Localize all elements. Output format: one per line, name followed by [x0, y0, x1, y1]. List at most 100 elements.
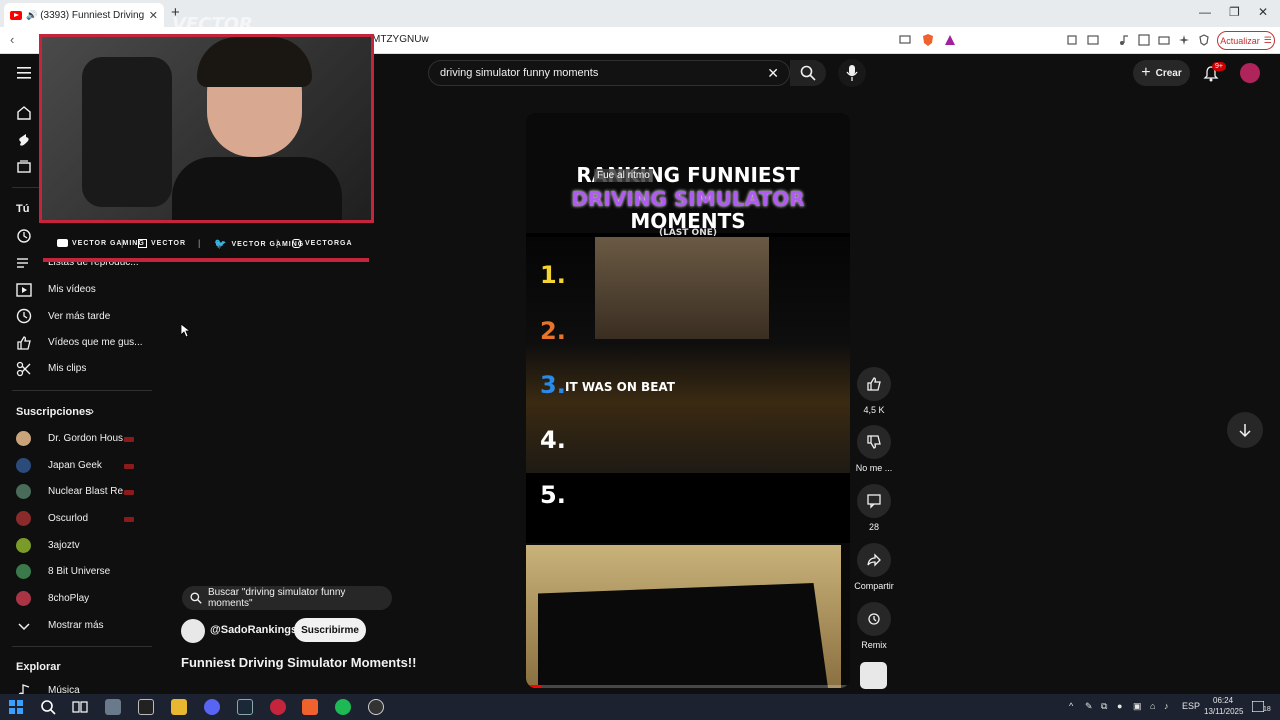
- avatar[interactable]: [16, 511, 31, 526]
- channel-name[interactable]: @SadoRankings: [210, 624, 297, 636]
- tray-mic-icon[interactable]: ●: [1117, 701, 1122, 711]
- avatar[interactable]: [16, 564, 31, 579]
- remix-button[interactable]: Remix: [853, 602, 895, 650]
- social-links-bar: VECTOR GAMING | VECTOR | 🐦 VECTOR GAMING…: [43, 232, 369, 262]
- sub-item[interactable]: Japan Geek: [48, 460, 102, 471]
- media-icon[interactable]: [1117, 33, 1131, 47]
- avatar[interactable]: [16, 458, 31, 473]
- steam-icon[interactable]: [237, 699, 253, 715]
- voice-search-button[interactable]: [838, 59, 866, 87]
- windows-start-icon[interactable]: [9, 700, 23, 714]
- subscribe-button[interactable]: Suscribirme: [294, 618, 366, 642]
- clips-icon[interactable]: [16, 361, 32, 377]
- ai-icon[interactable]: [1177, 33, 1191, 47]
- next-short-button[interactable]: [1227, 412, 1263, 448]
- sub-item[interactable]: 8choPlay: [48, 593, 89, 604]
- task-view-icon[interactable]: [72, 699, 88, 715]
- close-tab-icon[interactable]: ✕: [149, 9, 158, 22]
- comments-button[interactable]: 28: [853, 484, 895, 532]
- sidebar-item-my-videos[interactable]: Mis vídeos: [48, 284, 96, 295]
- music-icon[interactable]: [16, 683, 32, 694]
- watch-later-icon[interactable]: [16, 308, 32, 324]
- vpn-icon[interactable]: [1197, 33, 1211, 47]
- volume-icon[interactable]: ♪: [1164, 701, 1169, 711]
- clock-time[interactable]: 06:24: [1213, 696, 1233, 705]
- sidebar-toggle-icon[interactable]: [1086, 33, 1100, 47]
- sub-item[interactable]: 8 Bit Universe: [48, 566, 110, 577]
- liked-icon[interactable]: [16, 335, 32, 351]
- discord-icon[interactable]: [204, 699, 220, 715]
- extensions-icon[interactable]: [1065, 33, 1079, 47]
- you-section-title[interactable]: Tú: [16, 203, 29, 215]
- avatar[interactable]: [16, 538, 31, 553]
- my-videos-icon[interactable]: [16, 282, 32, 298]
- file-explorer-icon[interactable]: [171, 699, 187, 715]
- dislike-button[interactable]: No me ...: [853, 425, 895, 473]
- tray-display-icon[interactable]: ▣: [1133, 701, 1142, 712]
- spotify-icon[interactable]: [335, 699, 351, 715]
- notifications-badge: 9+: [1212, 62, 1226, 71]
- short-title[interactable]: Funniest Driving Simulator Moments!!: [181, 655, 416, 670]
- sub-item[interactable]: 3ajoztv: [48, 540, 80, 551]
- search-button[interactable]: [790, 60, 826, 86]
- tray-app-icon[interactable]: ⧉: [1101, 701, 1107, 712]
- share-button[interactable]: Compartir: [853, 543, 895, 591]
- search-query: driving simulator funny moments: [440, 67, 599, 79]
- close-window-button[interactable]: ✕: [1258, 5, 1268, 19]
- shorts-icon[interactable]: [16, 132, 32, 148]
- network-icon[interactable]: ⌂: [1150, 701, 1155, 711]
- maximize-button[interactable]: ❐: [1229, 5, 1240, 19]
- reading-mode-icon[interactable]: [1137, 33, 1151, 47]
- show-more-button[interactable]: Mostrar más: [48, 620, 104, 631]
- avatar[interactable]: [16, 431, 31, 446]
- short-video-player[interactable]: RANKING FUNNIEST Fue al ritmo DRIVING SI…: [526, 113, 850, 688]
- widgets-icon[interactable]: [105, 699, 121, 715]
- brave-shield-icon[interactable]: [921, 33, 935, 47]
- live-indicator: [124, 490, 134, 495]
- update-button[interactable]: Actualizar ☰: [1217, 31, 1275, 50]
- search-input[interactable]: driving simulator funny moments ✕: [428, 60, 790, 86]
- brave-icon[interactable]: [302, 699, 318, 715]
- playlist-icon[interactable]: [16, 255, 32, 271]
- clock-date[interactable]: 13/11/2025: [1204, 707, 1243, 716]
- tray-chevron-icon[interactable]: ^: [1069, 701, 1073, 711]
- like-button[interactable]: 4,5 K: [853, 367, 895, 415]
- opera-gx-icon[interactable]: [270, 699, 286, 715]
- back-icon[interactable]: ‹: [10, 32, 14, 47]
- language-indicator[interactable]: ESP: [1182, 701, 1200, 711]
- hamburger-menu-icon[interactable]: [17, 67, 31, 79]
- chevron-right-icon[interactable]: ›: [90, 404, 94, 418]
- sub-item[interactable]: Dr. Gordon Hous...: [48, 433, 131, 444]
- home-icon[interactable]: [16, 105, 32, 121]
- create-button[interactable]: + Crear: [1133, 60, 1190, 86]
- sidebar-item-music[interactable]: Música: [48, 685, 80, 694]
- sidebar-item-watch-later[interactable]: Ver más tarde: [48, 311, 110, 322]
- account-avatar[interactable]: [1240, 63, 1260, 83]
- subscriptions-section-title[interactable]: Suscripciones: [16, 406, 91, 418]
- live-indicator: [124, 437, 134, 442]
- tray-pen-icon[interactable]: ✎: [1085, 701, 1093, 712]
- avatar[interactable]: [16, 591, 31, 606]
- sub-item[interactable]: Oscurlod: [48, 513, 88, 524]
- url-text[interactable]: MTZYGNUw: [372, 34, 429, 45]
- history-icon[interactable]: [16, 228, 32, 244]
- rewards-icon[interactable]: [943, 33, 957, 47]
- browser-tab[interactable]: 🔊 (3393) Funniest Driving Simulat ✕: [4, 3, 164, 27]
- app-icon[interactable]: [368, 699, 384, 715]
- avatar[interactable]: [16, 484, 31, 499]
- sidebar-item-clips[interactable]: Mis clips: [48, 363, 86, 374]
- wallet-icon[interactable]: [1157, 33, 1171, 47]
- clear-search-icon[interactable]: ✕: [767, 65, 779, 82]
- taskbar-search-icon[interactable]: [40, 699, 56, 715]
- sub-item[interactable]: Nuclear Blast Re...: [48, 486, 131, 497]
- sound-thumbnail[interactable]: [860, 662, 887, 689]
- obs-icon[interactable]: [138, 699, 154, 715]
- chevron-down-icon[interactable]: [16, 618, 32, 634]
- related-search-chip[interactable]: Buscar "driving simulator funny moments": [182, 586, 392, 610]
- progress-track[interactable]: [526, 685, 850, 688]
- subscriptions-icon[interactable]: [16, 158, 32, 174]
- minimize-button[interactable]: —: [1199, 5, 1211, 19]
- sidebar-item-liked[interactable]: Vídeos que me gus...: [48, 337, 143, 348]
- channel-avatar[interactable]: [181, 619, 205, 643]
- cast-icon[interactable]: [898, 33, 912, 47]
